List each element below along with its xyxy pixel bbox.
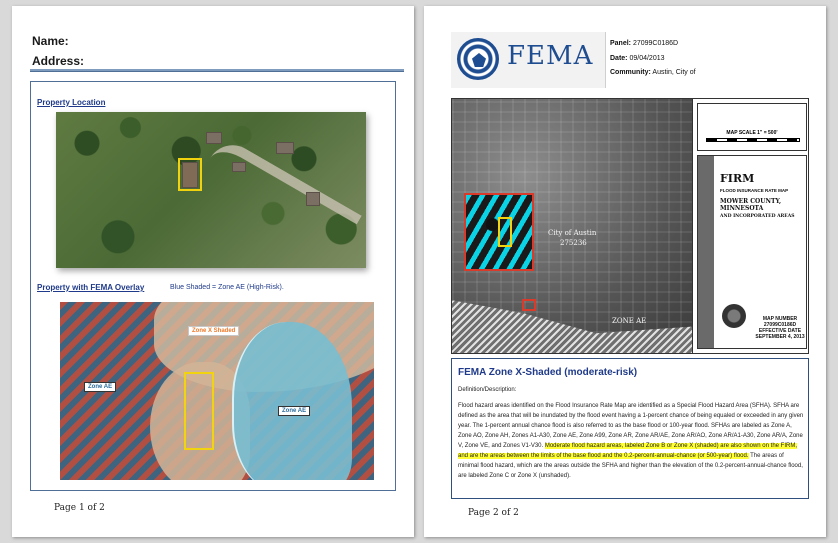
fema-overlay-title: Property with FEMA Overlay	[37, 283, 145, 292]
firm-map-number: MAP NUMBER 27099C0186D EFFECTIVE DATE SE…	[754, 316, 806, 340]
address-label: Address:	[32, 54, 85, 68]
page-footer: Page 2 of 2	[468, 508, 519, 518]
aerial-image	[56, 112, 366, 268]
header-info: Panel: 27099C0186D Date: 09/04/2013 Comm…	[605, 32, 809, 88]
name-label: Name:	[32, 34, 69, 48]
firm-subtitle: FLOOD INSURANCE RATE MAP	[720, 188, 789, 193]
map-scale-box: MAP SCALE 1" = 500'	[697, 103, 807, 151]
firm-county: MOWER COUNTY, MINNESOTA AND INCORPORATED…	[720, 198, 806, 220]
fema-seal-icon	[722, 304, 746, 328]
effective-date: EFFECTIVE DATE SEPTEMBER 4, 2013	[755, 328, 805, 340]
firm-side-banner	[698, 156, 714, 348]
house-shape	[232, 162, 246, 172]
dhs-seal-icon	[457, 38, 499, 80]
county-sub: AND INCORPORATED AREAS	[720, 214, 795, 219]
zone-ae-label: Zone AE	[84, 382, 117, 392]
fema-header: FEMA Panel: 27099C0186D Date: 09/04/2013…	[451, 32, 809, 88]
definition-text: Flood hazard areas identified on the Flo…	[458, 401, 804, 481]
zone-description-title: FEMA Zone X-Shaded (moderate-risk)	[458, 367, 638, 378]
date-label: Date:	[610, 55, 628, 62]
county-name: MOWER COUNTY, MINNESOTA	[720, 198, 782, 212]
firm-label: FIRM	[720, 172, 755, 185]
panel-line: Panel: 27099C0186D	[610, 40, 678, 47]
house-shape	[276, 142, 294, 154]
property-location-title: Property Location	[37, 98, 106, 107]
city-label: City of Austin	[548, 229, 597, 237]
eagle-icon	[472, 53, 486, 67]
zone-ae-label: Zone AE	[278, 406, 311, 416]
map-number: MAP NUMBER 27099C0186D	[762, 316, 798, 328]
zone-description-box: FEMA Zone X-Shaded (moderate-risk) Defin…	[451, 358, 809, 499]
panel-value: 27099C0186D	[632, 40, 679, 47]
firm-inset-map	[464, 193, 534, 271]
zone-ae-area	[232, 322, 352, 480]
date-value: 09/04/2013	[629, 55, 665, 62]
community-label: Community:	[610, 69, 651, 76]
definition-label: Definition/Description:	[458, 387, 517, 393]
fema-overlay-note: Blue Shaded = Zone AE (High-Risk).	[170, 284, 284, 291]
city-number: 275236	[560, 239, 587, 247]
scale-bar	[706, 138, 800, 142]
community-line: Community: Austin, City of	[610, 69, 696, 76]
page-2: FEMA Panel: 27099C0186D Date: 09/04/2013…	[424, 6, 826, 537]
fema-overlay-map: Zone X Shaded Zone AE Zone AE	[60, 302, 374, 480]
zone-ae-map-label: ZONE AE	[612, 317, 647, 325]
firm-title-panel: MAP SCALE 1" = 500' FIRM FLOOD INSURANCE…	[692, 99, 808, 353]
page-1: Name: Address: Property Location Propert…	[12, 6, 414, 537]
property-marker	[498, 217, 512, 247]
house-shape	[206, 132, 222, 144]
firm-map: City of Austin 275236 ZONE AE MAP SCALE …	[451, 98, 809, 354]
property-marker	[184, 372, 214, 450]
community-value: Austin, City of	[652, 69, 696, 76]
date-line: Date: 09/04/2013	[610, 55, 665, 62]
property-marker	[178, 158, 202, 191]
panel-label: Panel:	[610, 40, 632, 47]
page-footer: Page 1 of 2	[54, 503, 105, 513]
fema-logo-text: FEMA	[507, 41, 594, 71]
map-scale-title: MAP SCALE 1" = 500'	[726, 130, 778, 136]
zone-x-label: Zone X Shaded	[188, 326, 240, 336]
divider	[30, 69, 404, 72]
location-marker	[522, 299, 536, 311]
firm-title-block: FIRM FLOOD INSURANCE RATE MAP MOWER COUN…	[697, 155, 807, 349]
house-shape	[306, 192, 320, 206]
